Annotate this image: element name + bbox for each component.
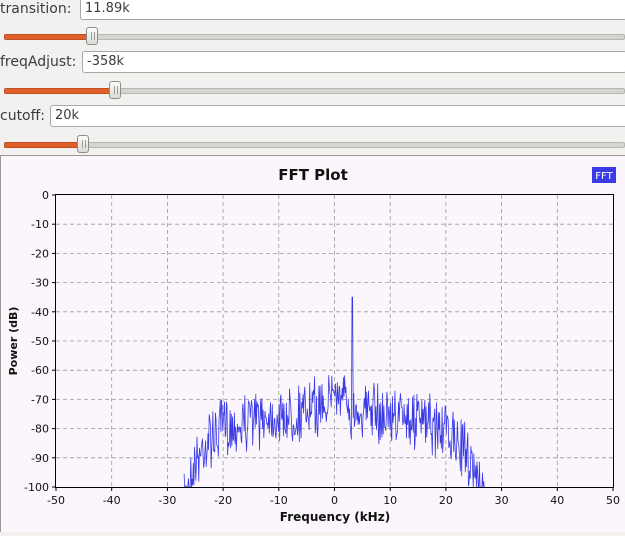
cutoff-row: cutoff: 20k: [0, 105, 625, 129]
transition-label: transition:: [0, 1, 72, 17]
y-tick-label: -60: [31, 364, 49, 377]
cutoff-field[interactable]: 20k: [50, 105, 625, 127]
slider-fill: [4, 142, 83, 148]
y-tick-label: -80: [31, 423, 49, 436]
x-tick-label: 30: [495, 494, 509, 507]
y-tick-label: -10: [31, 218, 49, 231]
slider-handle[interactable]: [86, 27, 98, 45]
slider-handle[interactable]: [109, 81, 121, 99]
freqadjust-field[interactable]: -358k: [82, 51, 625, 73]
y-tick-label: -70: [31, 393, 49, 406]
x-tick-label: -10: [270, 494, 288, 507]
x-tick-label: 0: [331, 494, 338, 507]
legend-label: FFT: [595, 171, 613, 182]
x-tick-label: 10: [383, 494, 397, 507]
y-tick-label: -30: [31, 277, 49, 290]
cutoff-slider[interactable]: [0, 135, 625, 156]
fft-plot-panel[interactable]: FFT Plot FFT 0 -10 -20 -30 -40 -50 -60 -70 -80 -9…: [0, 155, 625, 532]
slider-fill: [4, 34, 92, 40]
y-tick-label: -90: [31, 452, 49, 465]
y-tick-label: -100: [24, 481, 49, 494]
slider-fill: [4, 88, 115, 94]
fft-plot[interactable]: FFT Plot FFT 0 -10 -20 -30 -40 -50 -60 -70 -80 -9…: [1, 156, 625, 532]
x-tick-label: -30: [158, 494, 176, 507]
x-tick-label: 20: [439, 494, 453, 507]
slider-trough: [4, 142, 625, 148]
y-tick-label: -50: [31, 335, 49, 348]
x-tick-label: 40: [550, 494, 564, 507]
transition-field[interactable]: 11.89k: [80, 0, 625, 20]
grid: [56, 195, 613, 487]
transition-row: transition: 11.89k: [0, 0, 625, 22]
x-tick-label: -40: [103, 494, 121, 507]
freqadjust-slider[interactable]: [0, 81, 625, 102]
slider-handle[interactable]: [77, 135, 89, 153]
x-tick-label: -50: [47, 494, 65, 507]
x-tick-labels: -50 -40 -30 -20 -10 0 10 20 30 40 50: [47, 487, 620, 507]
transition-slider[interactable]: [0, 27, 625, 48]
y-tick-label: 0: [42, 189, 49, 202]
y-axis-label: Power (dB): [7, 307, 20, 376]
x-tick-label: -20: [214, 494, 232, 507]
y-tick-labels: 0 -10 -20 -30 -40 -50 -60 -70 -80 -90 -100: [24, 189, 56, 494]
y-tick-label: -20: [31, 247, 49, 260]
cutoff-label: cutoff:: [0, 108, 45, 124]
y-tick-label: -40: [31, 306, 49, 319]
x-axis-label: Frequency (kHz): [280, 510, 390, 524]
chart-title: FFT Plot: [278, 166, 348, 184]
x-tick-label: 50: [606, 494, 620, 507]
freqadjust-row: freqAdjust: -358k: [0, 51, 625, 75]
freqadjust-label: freqAdjust:: [0, 54, 77, 70]
